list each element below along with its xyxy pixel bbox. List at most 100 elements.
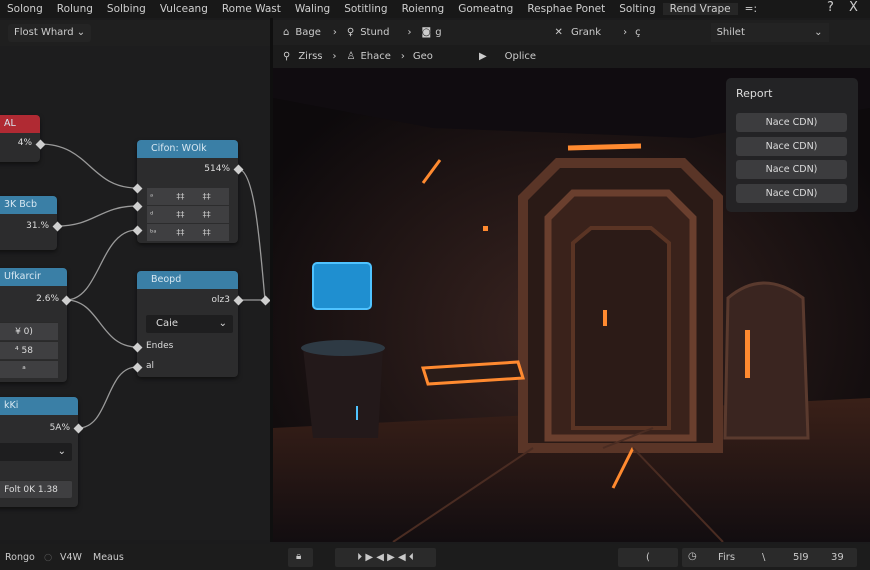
grid-cell: ᵇᵃ xyxy=(150,228,157,237)
crumb[interactable]: Bage xyxy=(295,27,321,38)
menu-item[interactable]: Waling xyxy=(288,3,337,15)
node-c[interactable]: Ufkarcir 2.6% ¥ 0) ⁴ 58 ᵃ xyxy=(0,268,67,382)
value-field[interactable]: ¥ 0) xyxy=(0,322,58,340)
node-b[interactable]: 3K Bcb 31.% xyxy=(0,196,57,250)
viewport-toolbar-bottom: ⚲ Zirss › ♙ Ehace › Geo ▶ Oplice xyxy=(273,45,870,68)
report-title: Report xyxy=(736,87,773,100)
frame-number[interactable]: 39 xyxy=(831,552,844,563)
dot-icon: ○ xyxy=(44,552,53,563)
prev-button[interactable]: ( xyxy=(618,548,678,567)
value-field[interactable]: ᵃ xyxy=(0,360,58,378)
node-output-label: 2.6% xyxy=(36,294,59,304)
status-item[interactable]: Meaus xyxy=(93,552,124,563)
lock-icon: 🔒︎ xyxy=(296,551,302,562)
report-button[interactable]: Nace CDN) xyxy=(736,113,847,132)
report-button[interactable]: Nace CDN) xyxy=(736,160,847,179)
input-label: al xyxy=(146,361,155,371)
play-icon[interactable]: ▶ xyxy=(479,51,487,62)
status-bar: Rongo ○ V4W Meaus 🔒︎ ⏵ ▶ ◀ ▶ ◀ ⏴ ( ◷ Fir… xyxy=(0,544,870,570)
lock-button[interactable]: 🔒︎ xyxy=(288,548,313,567)
menu-extra[interactable]: =: xyxy=(738,3,764,15)
grid-cell: ‡‡ xyxy=(176,210,185,219)
crumb[interactable]: ç xyxy=(635,27,641,38)
chevron-right-icon: › xyxy=(332,51,337,62)
node-output-label: 31.% xyxy=(26,221,49,231)
menu-item[interactable]: Rend Vrape xyxy=(662,3,738,15)
menu-item[interactable]: Solbing xyxy=(100,3,153,15)
node-header: Ufkarcir xyxy=(0,268,67,286)
node-f[interactable]: Beopd olz3 Caie ⌄ Endes al xyxy=(137,271,238,377)
chevron-down-icon: ⌄ xyxy=(57,446,66,457)
status-item[interactable]: V4W xyxy=(60,552,82,563)
value-field[interactable]: ⁴ 58 xyxy=(0,341,58,359)
frame-controls: ◷ Firs \ 5I9 39 xyxy=(682,548,857,567)
node-a[interactable]: AL 4% xyxy=(0,115,40,162)
chevron-right-icon: › xyxy=(623,27,628,38)
crumb[interactable]: Geo xyxy=(413,51,433,62)
grid-row[interactable]: ᵈ ‡‡ ‡‡ xyxy=(147,206,229,223)
viewport-toolbar-top: ⌂ Bage › ♀ Stund › ◙ g ✕ Grank › ç Shile… xyxy=(273,20,870,45)
menu-item[interactable]: Rome Wast xyxy=(215,3,288,15)
playback-icons: ⏵ ▶ ◀ ▶ ◀ ⏴ xyxy=(357,552,414,563)
playback-controls[interactable]: ⏵ ▶ ◀ ▶ ◀ ⏴ xyxy=(335,548,436,567)
node-e[interactable]: Cifon: WOlk 514% ᵃ ‡‡ ‡‡ ᵈ ‡‡ ‡‡ ᵇᵃ ‡‡ ‡‡ xyxy=(137,140,238,243)
shading-select[interactable]: Shilet ⌄ xyxy=(710,23,829,42)
status-item[interactable]: Rongo xyxy=(5,552,35,563)
report-button[interactable]: Nace CDN) xyxy=(736,137,847,156)
crumb[interactable]: Grank xyxy=(571,27,601,38)
grid-cell: ‡‡ xyxy=(202,228,211,237)
menu-item[interactable]: Sotitling xyxy=(337,3,394,15)
node-output-label: 4% xyxy=(17,138,32,148)
chevron-right-icon: › xyxy=(400,51,405,62)
report-panel: Report Nace CDN) Nace CDN) Nace CDN) Nac… xyxy=(726,78,858,212)
menu-item[interactable]: Rolung xyxy=(50,3,100,15)
3d-viewport[interactable]: Report Nace CDN) Nace CDN) Nace CDN) Nac… xyxy=(273,68,870,542)
menu-item[interactable]: Resphae Ponet xyxy=(520,3,612,15)
menu-item[interactable]: Solong xyxy=(0,3,50,15)
tool-icon: ✕ xyxy=(554,27,563,38)
grid-cell: ‡‡ xyxy=(202,210,211,219)
grid-cell: ᵃ xyxy=(150,192,154,201)
help-button[interactable]: ? xyxy=(827,0,834,15)
node-editor[interactable]: AL 4% 3K Bcb 31.% Ufkarcir 2.6% ¥ 0) ⁴ 5… xyxy=(0,46,270,540)
chevron-right-icon: › xyxy=(332,27,337,38)
node-icon: ⚲ xyxy=(283,51,291,62)
grid-cell: ᵈ xyxy=(150,210,154,219)
node-d[interactable]: kKi 5A% ⌄ Folt 0K 1.38 xyxy=(0,397,78,507)
action-button[interactable]: Oplice xyxy=(505,51,536,62)
chevron-right-icon: › xyxy=(407,27,412,38)
frame-label[interactable]: Firs xyxy=(718,552,735,563)
node-editor-toolbar: Flost Whard ⌄ xyxy=(0,20,270,46)
menu-item[interactable]: Roienng xyxy=(395,3,452,15)
node-header: Beopd xyxy=(137,271,238,289)
record-icon: ◙ xyxy=(421,27,432,38)
input-label: Endes xyxy=(146,341,174,351)
report-button[interactable]: Nace CDN) xyxy=(736,184,847,203)
node-select[interactable]: Caie ⌄ xyxy=(146,315,233,333)
editor-dropdown[interactable]: Flost Whard ⌄ xyxy=(8,24,92,42)
wire xyxy=(39,143,138,189)
grid-cell: ‡‡ xyxy=(202,192,211,201)
crumb[interactable]: Ehace xyxy=(360,51,390,62)
close-button[interactable]: X xyxy=(849,0,858,15)
menu-item[interactable]: Gomeatng xyxy=(451,3,520,15)
crumb[interactable]: g xyxy=(435,27,441,38)
bage-icon: ⌂ xyxy=(283,27,290,38)
prev-label: ( xyxy=(646,552,650,563)
menu-item[interactable]: Solting xyxy=(612,3,662,15)
node-select[interactable]: ⌄ xyxy=(0,443,72,461)
wire xyxy=(237,168,266,301)
crumb[interactable]: Stund xyxy=(360,27,389,38)
chevron-down-icon: ⌄ xyxy=(218,318,227,329)
node-header: AL xyxy=(0,115,40,133)
frame-number[interactable]: 5I9 xyxy=(793,552,809,563)
dropdown-label: Flost Whard xyxy=(14,27,74,38)
node-output-label: 514% xyxy=(204,164,230,174)
crumb[interactable]: Zirss xyxy=(298,51,322,62)
value-field[interactable]: Folt 0K 1.38 xyxy=(0,480,72,498)
menu-item[interactable]: Vulceang xyxy=(153,3,215,15)
grid-row[interactable]: ᵃ ‡‡ ‡‡ xyxy=(147,188,229,205)
select-value: Shilet xyxy=(716,27,745,38)
node-output-label: olz3 xyxy=(211,295,230,305)
grid-row[interactable]: ᵇᵃ ‡‡ ‡‡ xyxy=(147,224,229,241)
